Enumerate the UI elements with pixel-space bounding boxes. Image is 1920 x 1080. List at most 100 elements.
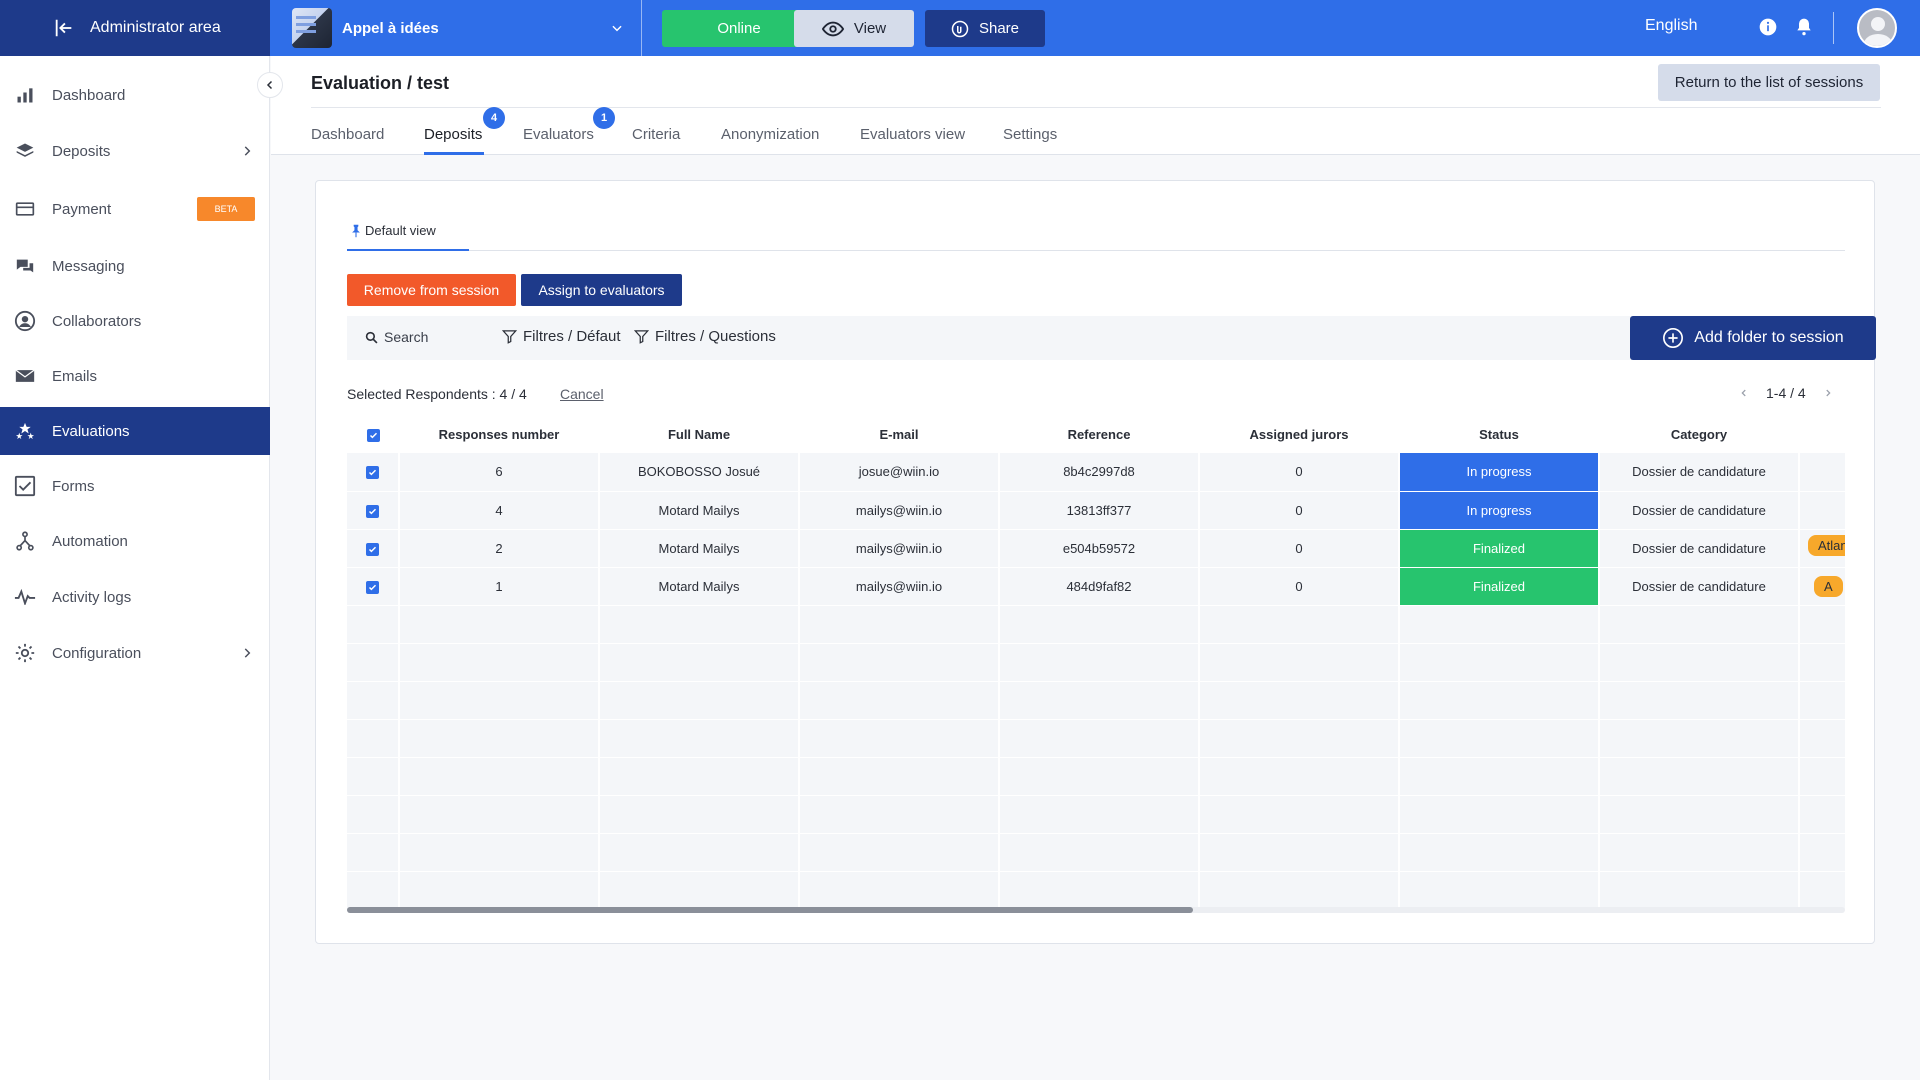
sidebar-item-deposits[interactable]: Deposits	[0, 127, 270, 175]
select-all-checkbox[interactable]	[366, 428, 380, 442]
row-checkbox[interactable]	[366, 542, 379, 556]
empty-cell	[1199, 643, 1400, 682]
view-button[interactable]: View	[794, 10, 914, 47]
assigned-jurors-cell: 0	[1199, 453, 1400, 492]
filter-questions-button[interactable]: Filtres / Questions	[634, 328, 776, 345]
bell-icon[interactable]	[1794, 17, 1814, 37]
empty-cell	[1399, 833, 1600, 872]
info-icon[interactable]	[1758, 17, 1778, 37]
empty-cell	[1599, 719, 1800, 758]
empty-table-row	[347, 795, 1845, 834]
tab-dashboard[interactable]: Dashboard	[311, 126, 384, 143]
sidebar-item-payment[interactable]: Payment BETA	[0, 185, 270, 233]
tab-settings[interactable]: Settings	[1003, 126, 1057, 143]
sidebar-item-label: Automation	[52, 532, 128, 550]
horizontal-scrollbar-thumb[interactable]	[347, 907, 1193, 913]
chat-icon	[14, 255, 36, 277]
sidebar-item-configuration[interactable]: Configuration	[0, 629, 270, 677]
tab-anonymization[interactable]: Anonymization	[721, 126, 819, 143]
tab-criteria[interactable]: Criteria	[632, 126, 680, 143]
tab-evaluators-view[interactable]: Evaluators view	[860, 126, 965, 143]
empty-cell	[599, 681, 800, 720]
assign-to-evaluators-button[interactable]: Assign to evaluators	[521, 274, 682, 306]
empty-cell	[1799, 605, 1845, 644]
table-row[interactable]: 1 Motard Mailys mailys@wiin.io 484d9faf82 0 F…	[347, 567, 1845, 606]
assigned-jurors-cell: 0	[1199, 491, 1400, 530]
extra-cell: A	[1799, 567, 1845, 606]
empty-cell	[799, 605, 1000, 644]
tab-default-view[interactable]: Default view	[351, 223, 436, 238]
empty-cell	[599, 643, 800, 682]
sidebar-item-label: Evaluations	[52, 422, 130, 440]
sidebar-item-collaborators[interactable]: Collaborators	[0, 297, 270, 345]
reference-cell: 13813ff377	[999, 491, 1200, 530]
row-checkbox[interactable]	[366, 504, 379, 518]
column-header[interactable]: Status	[1399, 415, 1599, 453]
empty-cell	[399, 605, 600, 644]
page-title: Evaluation / test	[311, 73, 450, 93]
add-folder-to-session-button[interactable]: Add folder to session	[1630, 316, 1876, 360]
sidebar-item-forms[interactable]: Forms	[0, 462, 270, 510]
filter-icon	[502, 329, 517, 344]
search-input[interactable]: Search	[365, 329, 428, 345]
filter-default-button[interactable]: Filtres / Défaut	[502, 328, 621, 345]
chevron-right-icon[interactable]	[1820, 385, 1836, 401]
row-checkbox[interactable]	[366, 466, 379, 480]
sidebar-collapse-button[interactable]	[257, 72, 283, 98]
empty-cell	[347, 795, 400, 834]
avatar[interactable]	[1857, 8, 1897, 48]
responses-number-cell: 1	[399, 567, 600, 606]
column-header[interactable]: Reference	[999, 415, 1199, 453]
tab-evaluators[interactable]: Evaluators	[523, 126, 594, 143]
page-range-label: 1-4 / 4	[1766, 385, 1806, 401]
return-to-sessions-button[interactable]: Return to the list of sessions	[1658, 64, 1880, 101]
column-header[interactable]: E-mail	[799, 415, 999, 453]
sidebar-item-activity-logs[interactable]: Activity logs	[0, 573, 270, 621]
empty-cell	[799, 681, 1000, 720]
column-header[interactable]: Responses number	[399, 415, 599, 453]
deposits-count-badge: 4	[483, 107, 505, 129]
category-cell: Dossier de candidature	[1599, 529, 1800, 568]
column-header[interactable]: Assigned jurors	[1199, 415, 1399, 453]
empty-cell	[599, 871, 800, 910]
row-checkbox[interactable]	[366, 580, 379, 594]
online-button[interactable]: Online	[662, 10, 816, 47]
row-select-cell[interactable]	[347, 491, 400, 530]
row-select-cell[interactable]	[347, 567, 400, 606]
column-header[interactable]: Category	[1599, 415, 1799, 453]
table-row[interactable]: 2 Motard Mailys mailys@wiin.io e504b59572 0 F…	[347, 529, 1845, 568]
cancel-selection-link[interactable]: Cancel	[560, 386, 604, 402]
responses-number-cell: 2	[399, 529, 600, 568]
project-selector[interactable]: Appel à idées	[272, 0, 642, 56]
row-select-cell[interactable]	[347, 453, 400, 492]
table-row[interactable]: 4 Motard Mailys mailys@wiin.io 13813ff377 0 I…	[347, 491, 1845, 530]
sidebar-item-automation[interactable]: Automation	[0, 517, 270, 565]
column-header-extra	[1799, 415, 1845, 453]
administrator-area-button[interactable]: Administrator area	[0, 0, 270, 56]
sidebar-item-emails[interactable]: Emails	[0, 352, 270, 400]
add-folder-label: Add folder to session	[1694, 329, 1844, 346]
remove-from-session-button[interactable]: Remove from session	[347, 274, 516, 306]
sidebar-item-messaging[interactable]: Messaging	[0, 242, 270, 290]
full-name-cell: Motard Mailys	[599, 567, 800, 606]
tab-deposits[interactable]: Deposits	[424, 126, 482, 143]
empty-cell	[799, 795, 1000, 834]
sidebar-item-dashboard[interactable]: Dashboard	[0, 71, 270, 119]
empty-cell	[599, 719, 800, 758]
empty-cell	[347, 681, 400, 720]
bar-chart-icon	[14, 84, 36, 106]
table-row[interactable]: 6 BOKOBOSSO Josué josue@wiin.io 8b4c2997d8 0…	[347, 453, 1845, 492]
chevron-left-icon[interactable]	[1736, 385, 1752, 401]
empty-cell	[347, 871, 400, 910]
filter-bar: Search Filtres / Défaut Filtres / Questi…	[347, 316, 1876, 360]
empty-table-row	[347, 681, 1845, 720]
category-cell: Dossier de candidature	[1599, 491, 1800, 530]
language-selector[interactable]: English	[1645, 17, 1697, 35]
view-tabs-divider	[347, 250, 1845, 251]
select-all-cell[interactable]	[347, 415, 399, 453]
empty-cell	[1599, 871, 1800, 910]
sidebar-item-evaluations[interactable]: Evaluations	[0, 407, 270, 455]
share-button[interactable]: Share	[925, 10, 1045, 47]
row-select-cell[interactable]	[347, 529, 400, 568]
column-header[interactable]: Full Name	[599, 415, 799, 453]
